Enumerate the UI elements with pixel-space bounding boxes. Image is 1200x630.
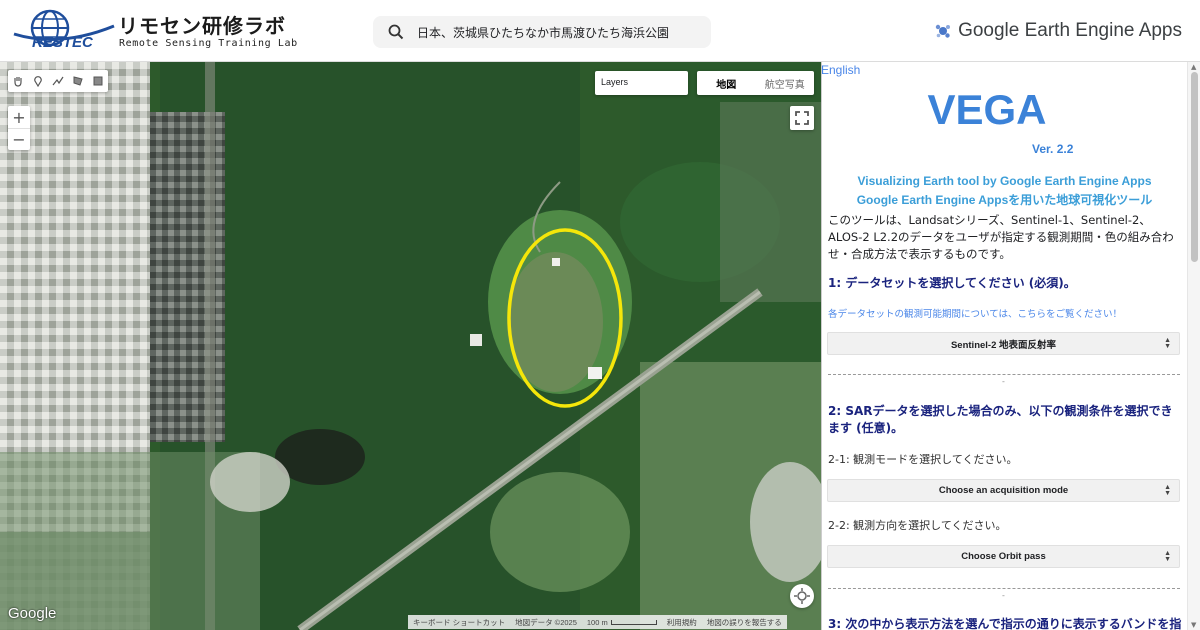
scale-bar — [610, 620, 657, 626]
map-attribution: キーボード ショートカット 地図データ ©2025 100 m 利用規約 地図の… — [408, 615, 787, 629]
tagline-japanese: Google Earth Engine Appsを用いた地球可視化ツール — [856, 193, 1153, 207]
search-icon — [388, 24, 404, 40]
scroll-up-icon[interactable]: ▲ — [1191, 63, 1196, 71]
map-type-toggle: 地図 航空写真 — [697, 71, 814, 95]
restec-logo[interactable]: RESTEC リモセン研修ラボ Remote Sensing Training … — [10, 8, 297, 54]
language-link-english[interactable]: English — [822, 63, 860, 77]
google-logo: Google — [8, 605, 57, 622]
report-error-link[interactable]: 地図の誤りを報告する — [702, 617, 787, 628]
orbit-pass-value: Choose Orbit pass — [961, 551, 1046, 562]
drawing-toolbar — [8, 70, 108, 92]
gee-apps-brand: Google Earth Engine Apps — [934, 18, 1182, 44]
rectangle-icon[interactable] — [88, 70, 108, 92]
select-arrows-icon: ▲ ▼ — [1164, 337, 1171, 350]
map-type-roadmap[interactable]: 地図 — [697, 71, 756, 95]
dataset-select[interactable]: Sentinel-2 地表面反射率 ▲ ▼ — [827, 332, 1180, 355]
polygon-icon[interactable] — [68, 70, 88, 92]
restec-wordmark: RESTEC — [32, 34, 93, 51]
map-data-credit: 地図データ ©2025 — [515, 617, 577, 627]
map-type-satellite[interactable]: 航空写真 — [756, 71, 815, 95]
dataset-select-value: Sentinel-2 地表面反射率 — [950, 339, 1057, 351]
acquisition-mode-label: 2-1: 観測モードを選択してください。 — [828, 453, 1018, 466]
zoom-out-button[interactable]: − — [8, 128, 30, 150]
marker-icon[interactable] — [28, 70, 48, 92]
site-subtitle: Remote Sensing Training Lab — [119, 38, 298, 49]
intro-text: このツールは、Landsatシリーズ、Sentinel-1、Sentinel-2… — [828, 213, 1174, 261]
scale-indicator: 100 m — [582, 618, 662, 627]
tagline-english: Visualizing Earth tool by Google Earth E… — [857, 174, 1152, 188]
my-location-button[interactable] — [790, 584, 814, 608]
satellite-imagery — [0, 62, 821, 630]
step3-title: 3: 次の中から表示方法を選んで指示の通りに表示するバンドを指 — [828, 617, 1182, 630]
acquisition-mode-value: Choose an acquisition mode — [938, 485, 1069, 496]
zoom-in-button[interactable]: + — [8, 106, 30, 128]
dataset-period-link[interactable]: 各データセットの観測可能期間については、こちらをご覧ください！ — [828, 306, 1122, 320]
layers-button[interactable]: Layers — [595, 71, 688, 95]
app-header: RESTEC リモセン研修ラボ Remote Sensing Training … — [0, 0, 1200, 62]
keyboard-shortcuts-link[interactable]: キーボード ショートカット — [408, 617, 510, 628]
orbit-pass-label: 2-2: 観測方向を選択してください。 — [828, 519, 1007, 532]
orbit-pass-select[interactable]: Choose Orbit pass ▲ ▼ — [827, 545, 1180, 568]
search-input[interactable] — [417, 21, 702, 43]
panel-scrollbar[interactable]: ▲ ▼ — [1187, 62, 1200, 630]
fullscreen-button[interactable] — [790, 106, 814, 130]
divider-mark: - — [1002, 591, 1005, 600]
scale-label: 100 m — [586, 617, 608, 627]
site-title: リモセン研修ラボ — [118, 14, 286, 38]
earth-engine-icon — [935, 24, 951, 38]
terms-link[interactable]: 利用規約 — [662, 617, 702, 628]
satellite-map[interactable]: + − Layers 地図 航空写真 Google キーボード ショートカット … — [0, 62, 821, 630]
zoom-control: + − — [8, 106, 30, 150]
app-title: Google Earth Engine Apps — [958, 20, 1182, 41]
section-divider — [828, 588, 1180, 589]
select-arrows-icon: ▲ ▼ — [1164, 550, 1171, 563]
fullscreen-icon — [795, 111, 809, 125]
location-search[interactable] — [373, 16, 711, 48]
scrollbar-thumb[interactable] — [1191, 72, 1198, 262]
select-arrows-icon: ▲ ▼ — [1164, 484, 1171, 497]
crosshair-icon — [794, 588, 810, 604]
divider-mark: - — [1002, 377, 1005, 386]
hand-icon[interactable] — [8, 70, 28, 92]
section-divider — [828, 374, 1180, 375]
app-version: Ver. 2.2 — [1032, 142, 1074, 156]
app-name: VEGA — [927, 86, 1047, 133]
scroll-down-icon[interactable]: ▼ — [1191, 621, 1196, 629]
acquisition-mode-select[interactable]: Choose an acquisition mode ▲ ▼ — [827, 479, 1180, 502]
step2-title: 2: SARデータを選択した場合のみ、以下の観測条件を選択できます (任意)。 — [828, 404, 1173, 435]
control-panel: English VEGA Ver. 2.2 Visualizing Earth … — [821, 62, 1200, 630]
line-icon[interactable] — [48, 70, 68, 92]
step1-title: 1: データセットを選択してください (必須)。 — [828, 276, 1076, 290]
